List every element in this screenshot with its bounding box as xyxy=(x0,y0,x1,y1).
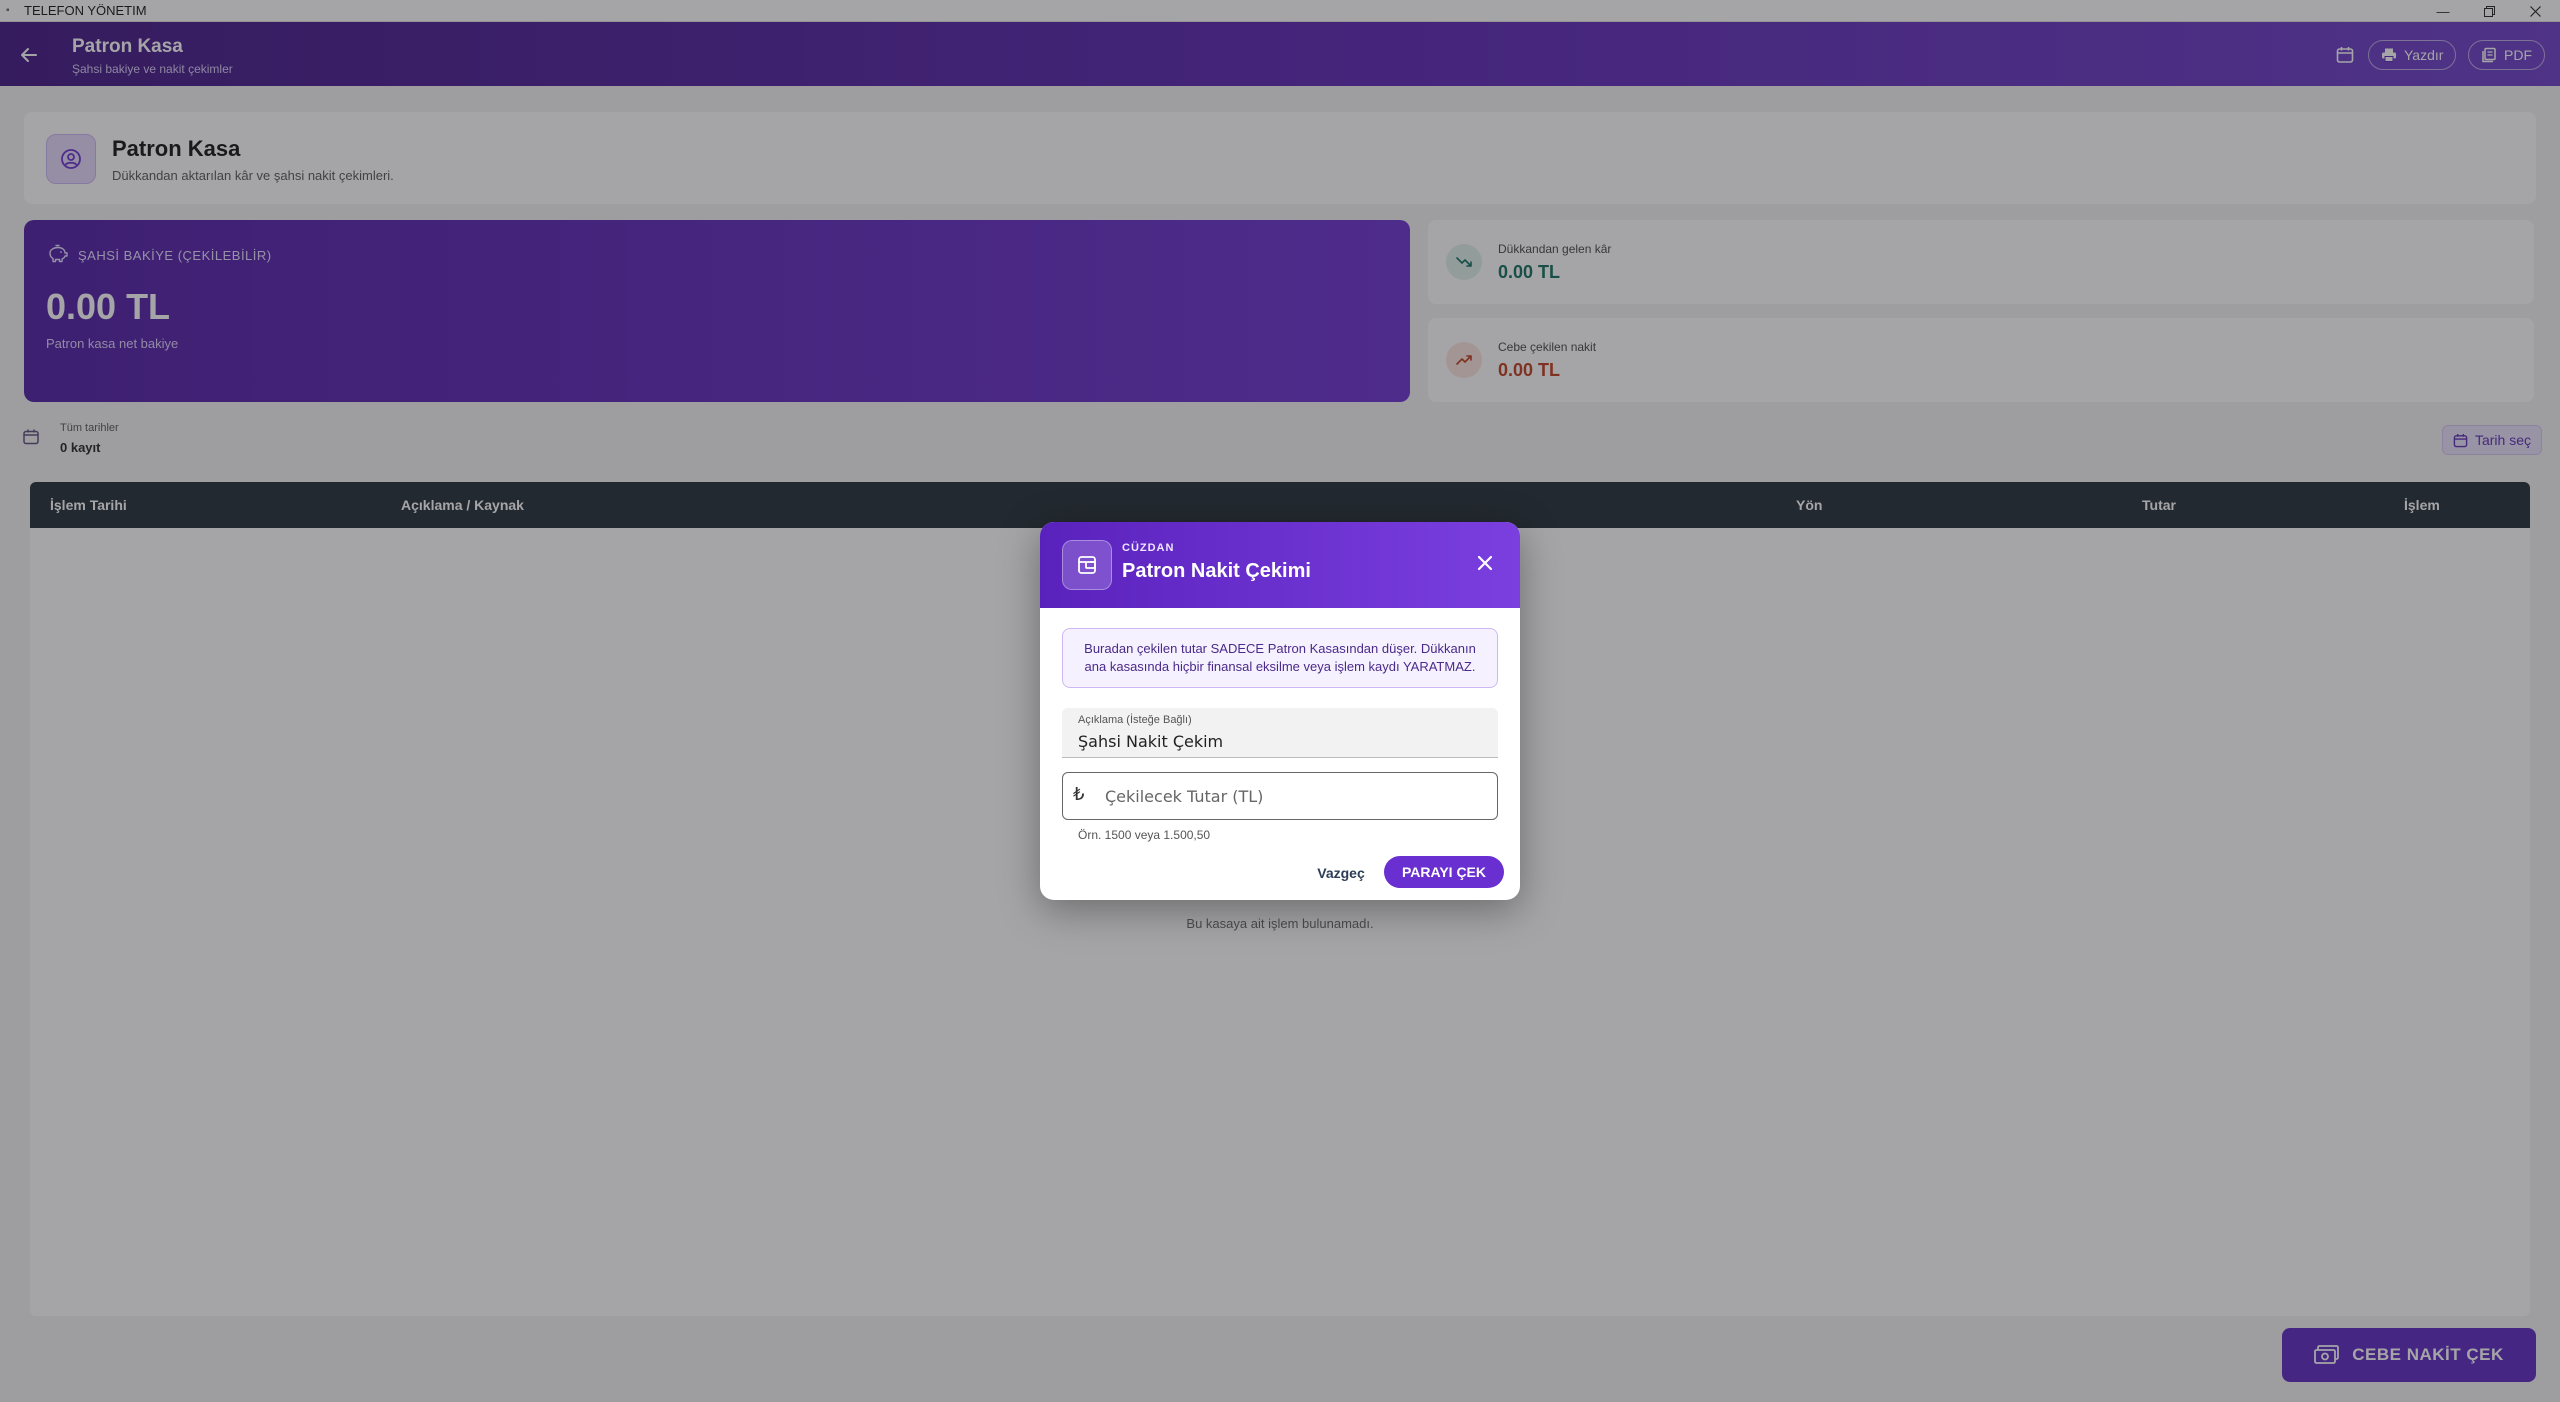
amount-input[interactable] xyxy=(1105,783,1485,809)
close-icon xyxy=(1477,555,1493,571)
description-label: Açıklama (İsteğe Bağlı) xyxy=(1078,714,1192,726)
description-input[interactable] xyxy=(1078,728,1478,754)
notice-line-2: ana kasasında hiçbir finansal eksilme ve… xyxy=(1084,659,1476,674)
description-field[interactable]: Açıklama (İsteğe Bağlı) xyxy=(1062,708,1498,758)
wallet-icon xyxy=(1078,556,1096,574)
amount-hint: Örn. 1500 veya 1.500,50 xyxy=(1078,828,1211,842)
close-dialog-button[interactable] xyxy=(1470,548,1500,578)
withdraw-confirm-button[interactable]: PARAYI ÇEK xyxy=(1384,856,1504,888)
notice-line-1: Buradan çekilen tutar SADECE Patron Kasa… xyxy=(1084,641,1476,656)
dialog-title: Patron Nakit Çekimi xyxy=(1122,560,1311,582)
lira-icon: ₺ xyxy=(1073,784,1085,805)
withdraw-dialog: CÜZDAN Patron Nakit Çekimi Buradan çekil… xyxy=(1040,522,1520,900)
info-notice: Buradan çekilen tutar SADECE Patron Kasa… xyxy=(1062,628,1498,688)
dialog-kicker: CÜZDAN xyxy=(1122,542,1175,554)
cancel-button[interactable]: Vazgeç xyxy=(1310,858,1372,888)
dialog-header: CÜZDAN Patron Nakit Çekimi xyxy=(1040,522,1520,608)
wallet-icon-wrap xyxy=(1062,540,1112,590)
amount-field[interactable]: ₺ xyxy=(1062,772,1498,820)
